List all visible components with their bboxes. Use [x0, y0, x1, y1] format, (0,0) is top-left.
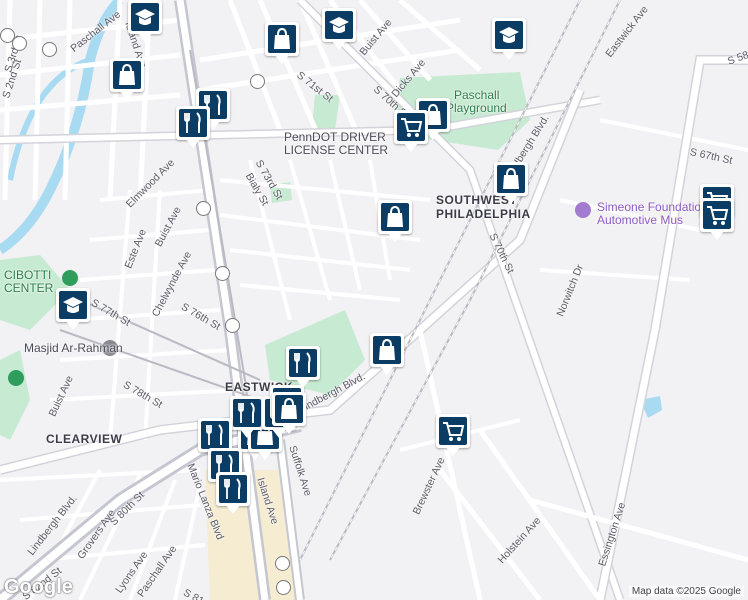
- tree-icon[interactable]: [8, 370, 24, 386]
- poi-label-automotive[interactable]: Automotive Mus: [597, 213, 683, 227]
- poi-label-cibotti[interactable]: CIBOTTI: [4, 268, 51, 282]
- shopping-marker-icon[interactable]: [378, 200, 412, 244]
- poi-label-paschall[interactable]: Paschall: [454, 88, 499, 102]
- train-station-icon[interactable]: [42, 42, 57, 57]
- train-station-icon[interactable]: [12, 36, 27, 51]
- shopping-marker-icon[interactable]: [110, 58, 144, 102]
- area-label-philadelphia: PHILADELPHIA: [436, 207, 531, 221]
- train-station-icon[interactable]: [276, 580, 291, 595]
- school-marker-icon[interactable]: [128, 0, 162, 44]
- restaurant-marker-icon[interactable]: [230, 396, 264, 440]
- train-station-icon[interactable]: [250, 74, 265, 89]
- cart-marker-icon[interactable]: [700, 198, 734, 242]
- park-west: [0, 350, 30, 440]
- poi-label-simeone[interactable]: Simeone Foundation: [597, 200, 708, 214]
- school-marker-icon[interactable]: [56, 288, 90, 332]
- cart-marker-icon[interactable]: [436, 414, 470, 458]
- poi-label-penndot[interactable]: PennDOT DRIVER: [284, 130, 386, 144]
- google-logo: Google: [4, 576, 73, 598]
- map-canvas[interactable]: SOUTHWEST PHILADELPHIA EASTWICK CLEARVIE…: [0, 0, 748, 600]
- area-label-clearview: CLEARVIEW: [46, 432, 123, 446]
- cart-marker-icon[interactable]: [394, 110, 428, 154]
- train-station-icon[interactable]: [225, 318, 240, 333]
- shopping-marker-icon[interactable]: [272, 392, 306, 436]
- poi-label-masjid[interactable]: Masjid Ar-Rahman: [24, 341, 123, 355]
- shopping-marker-icon[interactable]: [370, 333, 404, 377]
- school-marker-icon[interactable]: [322, 8, 356, 52]
- poi-label-center[interactable]: CENTER: [4, 281, 53, 295]
- map-attribution[interactable]: Map data ©2025 Google: [628, 586, 744, 597]
- train-station-icon[interactable]: [215, 266, 230, 281]
- school-marker-icon[interactable]: [492, 18, 526, 62]
- train-station-icon[interactable]: [196, 201, 211, 216]
- restaurant-marker-icon[interactable]: [216, 472, 250, 516]
- restaurant-marker-icon[interactable]: [286, 346, 320, 390]
- poi-label-playground[interactable]: Playground: [446, 101, 507, 115]
- restaurant-marker-icon[interactable]: [176, 106, 210, 150]
- shopping-marker-icon[interactable]: [494, 162, 528, 206]
- museum-icon[interactable]: [575, 202, 591, 218]
- poi-label-penndot-2[interactable]: LICENSE CENTER: [284, 143, 388, 157]
- shopping-marker-icon[interactable]: [265, 22, 299, 66]
- train-station-icon[interactable]: [275, 556, 290, 571]
- park-icon[interactable]: [62, 270, 78, 286]
